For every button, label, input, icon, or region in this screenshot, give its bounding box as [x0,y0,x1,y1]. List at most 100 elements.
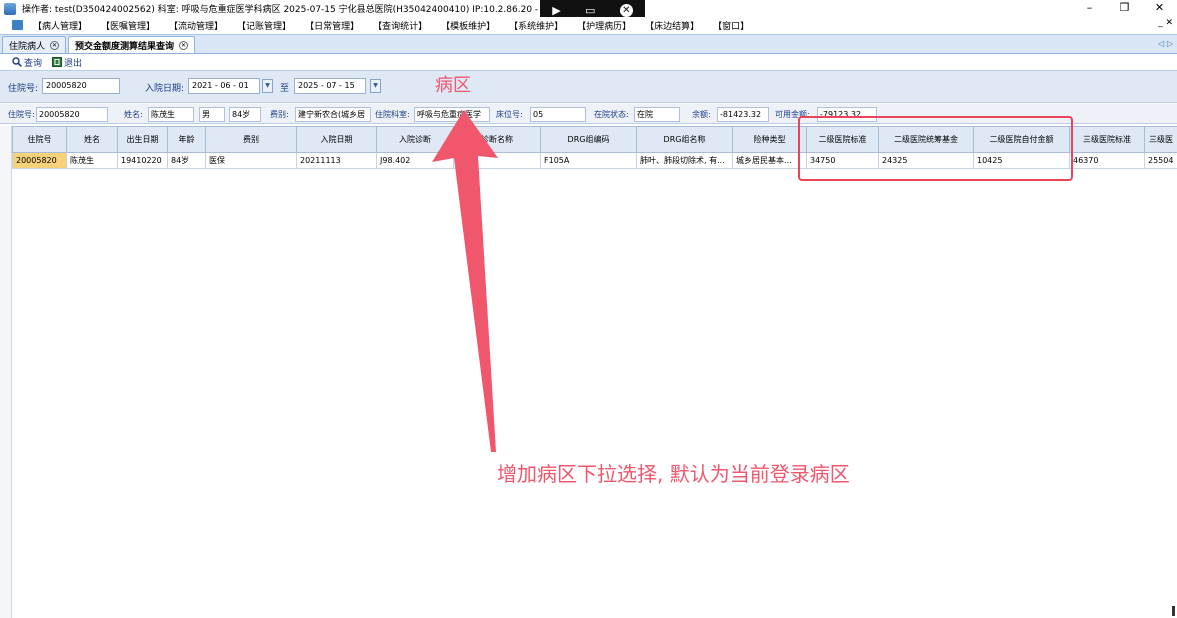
chevron-down-icon[interactable]: ▼ [370,79,381,93]
menu-bedside[interactable]: 【床边结算】 [645,19,699,32]
close-icon[interactable]: ✕ [179,40,189,50]
info-bed: 05 [530,107,586,122]
table-cell[interactable]: 34750 [806,152,879,169]
table-cell[interactable]: 城乡居民基本... [732,152,807,169]
inpatient-no-input[interactable]: 20005820 [42,78,120,94]
col-header[interactable]: 姓名 [66,126,118,153]
menu-app-icon [12,20,23,30]
menu-bar: 【病人管理】 【医嘱管理】 【流动管理】 【记账管理】 【日常管理】 【查询统计… [0,17,1177,33]
table-cell[interactable]: 46370 [1069,152,1145,169]
info-age: 84岁 [229,107,261,122]
col-header[interactable]: 二级医院自付金额 [973,126,1070,153]
menu-window[interactable]: 【窗口】 [713,19,749,32]
screen-icon[interactable]: ▭ [585,4,595,17]
menu-patient-mgmt[interactable]: 【病人管理】 [33,19,87,32]
exit-label: 退出 [64,58,83,69]
col-header[interactable]: 入院日期 [296,126,377,153]
app-icon [4,2,16,15]
inpatient-no-label: 住院号: [8,84,39,94]
exit-button[interactable]: 退出 [52,56,82,69]
remote-close-icon[interactable]: ✕ [619,3,633,17]
table-cell[interactable]: 24325 [878,152,974,169]
table-header: 住院号 姓名 出生日期 年龄 费别 入院日期 入院诊断 诊断名称 DRG组编码 … [12,126,1177,153]
table-cell[interactable]: 医保 [205,152,297,169]
query-label: 查询 [24,58,43,69]
search-icon [12,57,22,67]
info-name: 陈茂生 [148,107,194,122]
menu-flow-mgmt[interactable]: 【流动管理】 [169,19,223,32]
info-inpatient-no: 20005820 [36,107,108,122]
filter-panel: 住院号: 20005820 入院日期: 2021 - 06 - 01 ▼ 至 2… [0,70,1177,103]
tab-prepay-query[interactable]: 预交金额度测算结果查询 ✕ [68,36,196,53]
restore-button[interactable]: ❐ [1107,0,1142,17]
pin-icon[interactable]: ▶ [552,4,560,17]
menu-daily-mgmt[interactable]: 【日常管理】 [305,19,359,32]
patient-info-bar: 住院号: 20005820 姓名: 陈茂生 男 84岁 费别: 建宁新农合(城乡… [0,104,1177,124]
info-bed-label: 床位号: [496,110,523,119]
resize-grip [1172,606,1175,616]
col-header[interactable]: DRG组编码 [540,126,637,153]
menu-order-mgmt[interactable]: 【医嘱管理】 [101,19,155,32]
close-button[interactable]: ✕ [1142,0,1177,17]
info-dept-label: 住院科室: [375,110,410,119]
mdi-controls[interactable]: _ ✕ [1158,18,1173,28]
col-header[interactable]: 年龄 [167,126,206,153]
col-header[interactable]: 二级医院统筹基金 [878,126,974,153]
grid-left-gutter [0,126,12,618]
menu-billing-mgmt[interactable]: 【记账管理】 [237,19,291,32]
exit-icon [52,57,63,67]
col-header[interactable]: 出生日期 [117,126,168,153]
result-table: 住院号 姓名 出生日期 年龄 费别 入院日期 入院诊断 诊断名称 DRG组编码 … [12,126,1177,169]
col-header[interactable]: 二级医院标准 [806,126,879,153]
table-cell[interactable]: 20005820 [12,152,67,169]
table-row[interactable]: 20005820 陈茂生 19410220 84岁 医保 20211113 J9… [12,152,1177,169]
col-header[interactable]: 险种类型 [732,126,807,153]
tab-label: 住院病人 [9,41,46,52]
date-from-input[interactable]: 2021 - 06 - 01 [188,78,260,94]
table-cell[interactable]: 10425 [973,152,1070,169]
menu-nursing[interactable]: 【护理病历】 [577,19,631,32]
info-balance-label: 余额: [692,110,711,119]
col-header[interactable]: 住院号 [12,126,67,153]
annotation-ward-label: 病区 [435,75,471,96]
col-header[interactable]: DRG组名称 [636,126,733,153]
minimize-button[interactable]: – [1072,0,1107,17]
table-cell[interactable]: 84岁 [167,152,206,169]
menu-system[interactable]: 【系统维护】 [509,19,563,32]
table-cell[interactable]: 19410220 [117,152,168,169]
close-icon[interactable]: ✕ [50,40,60,50]
annotation-note: 增加病区下拉选择, 默认为当前登录病区 [497,462,850,486]
info-status-label: 在院状态: [594,110,629,119]
to-label: 至 [280,84,290,94]
table-cell[interactable]: 25504 [1144,152,1177,169]
tab-inpatients[interactable]: 住院病人 ✕ [2,36,67,53]
tab-label: 预交金额度测算结果查询 [75,41,175,52]
info-available-label: 可用金额: [775,110,810,119]
info-sex: 男 [199,107,225,122]
table-cell[interactable]: 陈茂生 [66,152,118,169]
tab-bar: 住院病人 ✕ 预交金额度测算结果查询 ✕ ◁ ▷ [0,34,1177,54]
table-cell[interactable]: 20211113 [296,152,377,169]
info-available: -79123.32 [817,107,877,122]
info-fee-label: 费别: [270,110,289,119]
menu-template[interactable]: 【模板维护】 [441,19,495,32]
annotation-arrow-icon [432,110,498,452]
menu-query-stats[interactable]: 【查询统计】 [373,19,427,32]
table-cell[interactable]: 肺叶、肺段切除术, 有... [636,152,733,169]
info-status: 在院 [634,107,680,122]
query-button[interactable]: 查询 [12,56,42,69]
table-cell[interactable]: F105A [540,152,637,169]
admit-date-label: 入院日期: [145,84,185,94]
info-inpatient-label: 住院号: [8,110,35,119]
info-balance: -81423.32 [717,107,769,122]
col-header[interactable]: 三级医 [1144,126,1177,153]
toolbar: 查询 退出 [0,55,1177,69]
window-title: 操作者: test(D350424002562) 科室: 呼吸与危重症医学科病区… [22,5,563,15]
date-to-input[interactable]: 2025 - 07 - 15 [294,78,366,94]
info-name-label: 姓名: [124,110,143,119]
col-header[interactable]: 费别 [205,126,297,153]
tab-scroll-arrows[interactable]: ◁ ▷ [1158,39,1173,48]
col-header[interactable]: 三级医院标准 [1069,126,1145,153]
chevron-down-icon[interactable]: ▼ [262,79,273,93]
window-controls: – ❐ ✕ [1072,0,1177,17]
